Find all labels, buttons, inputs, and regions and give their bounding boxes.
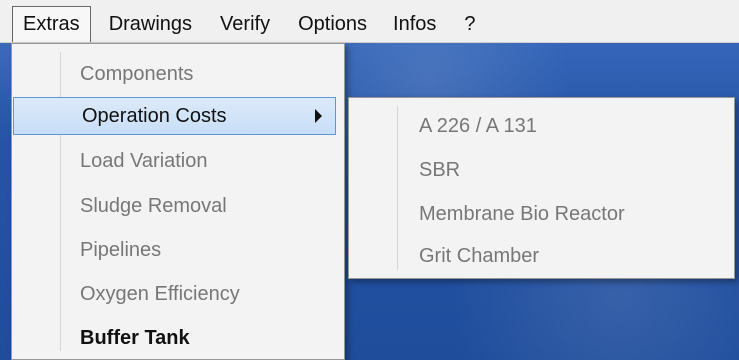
menu-infos[interactable]: Infos	[385, 6, 446, 42]
menu-item-operation-costs[interactable]: Operation Costs	[13, 97, 336, 135]
submenu-item-grit-chamber[interactable]: Grit Chamber	[349, 234, 734, 278]
menu-drawings[interactable]: Drawings	[99, 6, 202, 42]
menu-item-buffer-tank[interactable]: Buffer Tank	[12, 316, 344, 360]
operation-costs-submenu: A 226 / A 131 SBR Membrane Bio Reactor G…	[348, 97, 735, 279]
menu-item-operation-costs-label: Operation Costs	[82, 104, 227, 127]
submenu-item-sbr[interactable]: SBR	[349, 148, 734, 192]
menu-item-sludge-removal[interactable]: Sludge Removal	[12, 184, 344, 228]
menu-item-load-variation[interactable]: Load Variation	[12, 139, 344, 183]
menu-item-components[interactable]: Components	[12, 52, 344, 96]
menu-extras[interactable]: Extras	[12, 6, 91, 42]
menu-bar: Extras Drawings Verify Options Infos ?	[0, 0, 739, 43]
submenu-item-a226-a131[interactable]: A 226 / A 131	[349, 104, 734, 148]
menu-help[interactable]: ?	[454, 6, 485, 42]
menu-options[interactable]: Options	[288, 6, 377, 42]
extras-dropdown-menu: Components Operation Costs Load Variatio…	[11, 43, 345, 360]
submenu-item-membrane-bio-reactor[interactable]: Membrane Bio Reactor	[349, 192, 734, 236]
menu-item-pipelines[interactable]: Pipelines	[12, 228, 344, 272]
menu-item-oxygen-efficiency[interactable]: Oxygen Efficiency	[12, 272, 344, 316]
chevron-right-icon	[315, 109, 322, 123]
menu-verify[interactable]: Verify	[210, 6, 280, 42]
